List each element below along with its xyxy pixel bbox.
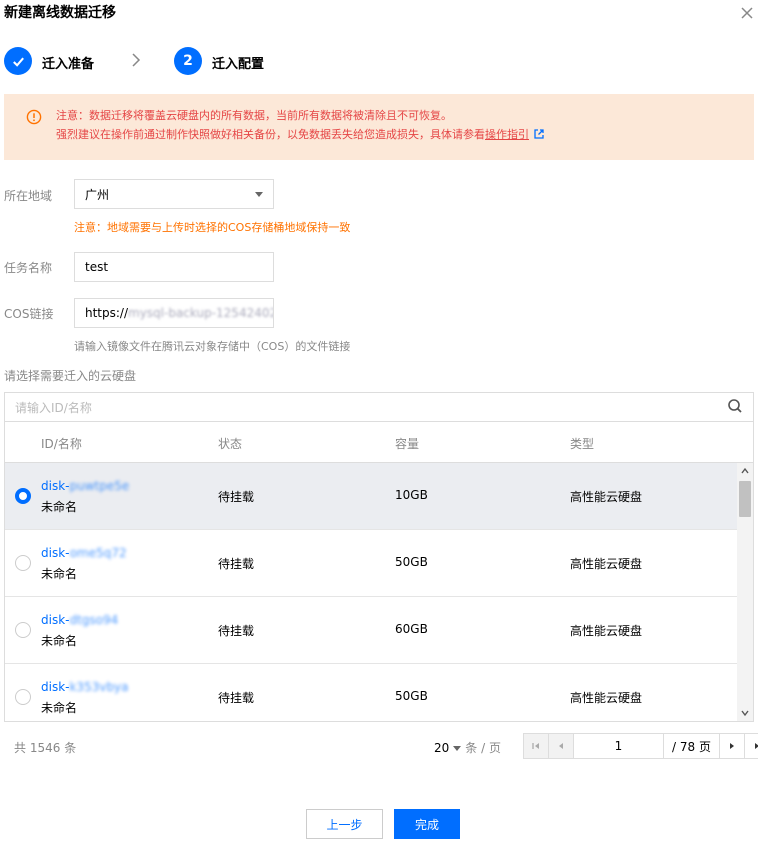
first-page-button[interactable] [524,734,549,758]
task-name-input[interactable]: test [74,252,274,282]
table-header: ID/名称 状态 容量 类型 [5,422,753,463]
disk-type: 高性能云硬盘 [570,490,643,504]
row-radio[interactable] [15,622,31,638]
warning-icon [26,109,42,125]
prev-step-button[interactable]: 上一步 [306,809,383,839]
table-scrollbar[interactable] [737,463,753,721]
cos-link-input[interactable]: https://mysql-backup-12542402C [74,298,274,328]
external-link-icon[interactable] [533,128,545,140]
page-number-input[interactable]: 1 [574,734,664,758]
page-size-unit: 条 / 页 [465,741,501,755]
cos-link-prefix: https:// [85,306,129,320]
region-note: 注意：地域需要与上传时选择的COS存储桶地域保持一致 [74,221,351,234]
first-page-icon [532,743,539,749]
chevron-right-icon [131,52,141,71]
dropdown-arrow-icon [255,191,263,197]
disk-status: 待挂载 [218,624,255,638]
region-label: 所在地域 [4,189,53,203]
cos-link-label: COS链接 [4,307,54,321]
disk-name: 未命名 [41,567,78,581]
column-header-type: 类型 [570,437,595,451]
disk-capacity: 50GB [395,555,428,569]
warning-alert: 注意：数据迁移将覆盖云硬盘内的所有数据，当前所有数据将被清除且不可恢复。 强烈建… [4,94,754,160]
cos-link-obscured: mysql-backup-12542402C [128,306,274,320]
alert-line-1: 注意：数据迁移将覆盖云硬盘内的所有数据，当前所有数据将被清除且不可恢复。 [56,109,452,122]
page-size-select[interactable]: 20 条 / 页 [434,739,501,756]
scroll-thumb[interactable] [739,481,751,517]
region-select[interactable]: 广州 [74,179,274,209]
table-row[interactable]: disk-dtgso94 未命名 待挂载 60GB 高性能云硬盘 [5,597,737,664]
search-placeholder: 请输入ID/名称 [15,400,92,415]
next-page-button[interactable] [720,734,745,758]
disk-id-link[interactable]: disk-dtgso94 [41,613,118,627]
step-2-label: 迁入配置 [212,57,265,72]
page-size-value: 20 [434,741,450,755]
disk-capacity: 10GB [395,488,428,502]
disk-status: 待挂载 [218,490,255,504]
row-radio[interactable] [15,689,31,705]
cos-link-hint: 请输入镜像文件在腾讯云对象存储中（COS）的文件链接 [74,340,351,353]
total-pages: / 78 页 [664,734,720,758]
search-icon[interactable] [727,398,743,417]
disk-id-link[interactable]: disk-puwtpe5e [41,479,129,493]
last-page-icon [754,743,758,749]
alert-line-2: 强烈建议在操作前通过制作快照做好相关备份，以免数据丢失给您造成损失，具体请参看操… [56,127,545,143]
row-radio[interactable] [15,488,31,504]
prev-page-icon [559,743,563,749]
guide-link[interactable]: 操作指引 [485,128,529,141]
last-page-button[interactable] [745,734,758,758]
table-row[interactable]: disk-k353vbya 未命名 待挂载 50GB 高性能云硬盘 [5,664,737,721]
disk-name: 未命名 [41,500,78,514]
disk-table: ID/名称 状态 容量 类型 disk-puwtpe5e 未命名 待挂载 10G… [4,422,754,722]
disk-select-label: 请选择需要迁入的云硬盘 [4,369,137,383]
disk-type: 高性能云硬盘 [570,624,643,638]
region-value: 广州 [85,187,110,202]
disk-search-input[interactable]: 请输入ID/名称 [4,392,754,422]
task-name-label: 任务名称 [4,261,53,275]
disk-status: 待挂载 [218,557,255,571]
column-header-id: ID/名称 [41,437,82,451]
step-1-done [4,47,32,75]
disk-capacity: 50GB [395,689,428,703]
pagination: 1 / 78 页 [523,733,758,759]
prev-page-button[interactable] [549,734,574,758]
close-icon [741,7,753,19]
column-header-status: 状态 [218,437,243,451]
disk-type: 高性能云硬盘 [570,691,643,705]
column-header-capacity: 容量 [395,437,420,451]
close-button[interactable] [738,4,756,22]
disk-status: 待挂载 [218,691,255,705]
disk-id-link[interactable]: disk-ome5q72 [41,546,127,560]
alert-line-2-text: 强烈建议在操作前通过制作快照做好相关备份，以免数据丢失给您造成损失，具体请参看 [56,128,485,141]
dialog-title: 新建离线数据迁移 [4,5,116,21]
scroll-down-icon[interactable] [740,708,750,718]
disk-capacity: 60GB [395,622,428,636]
step-1-label: 迁入准备 [42,57,95,72]
dropdown-arrow-icon [453,746,462,751]
row-radio[interactable] [15,555,31,571]
check-icon [12,57,24,67]
disk-name: 未命名 [41,634,78,648]
table-row[interactable]: disk-ome5q72 未命名 待挂载 50GB 高性能云硬盘 [5,530,737,597]
scroll-up-icon[interactable] [740,466,750,476]
step-2-number: 2 [174,47,202,75]
disk-name: 未命名 [41,701,78,715]
disk-type: 高性能云硬盘 [570,557,643,571]
total-count: 共 1546 条 [14,741,77,755]
done-button[interactable]: 完成 [394,809,460,839]
next-page-icon [730,743,734,749]
table-row[interactable]: disk-puwtpe5e 未命名 待挂载 10GB 高性能云硬盘 [5,463,737,530]
disk-id-link[interactable]: disk-k353vbya [41,680,129,694]
